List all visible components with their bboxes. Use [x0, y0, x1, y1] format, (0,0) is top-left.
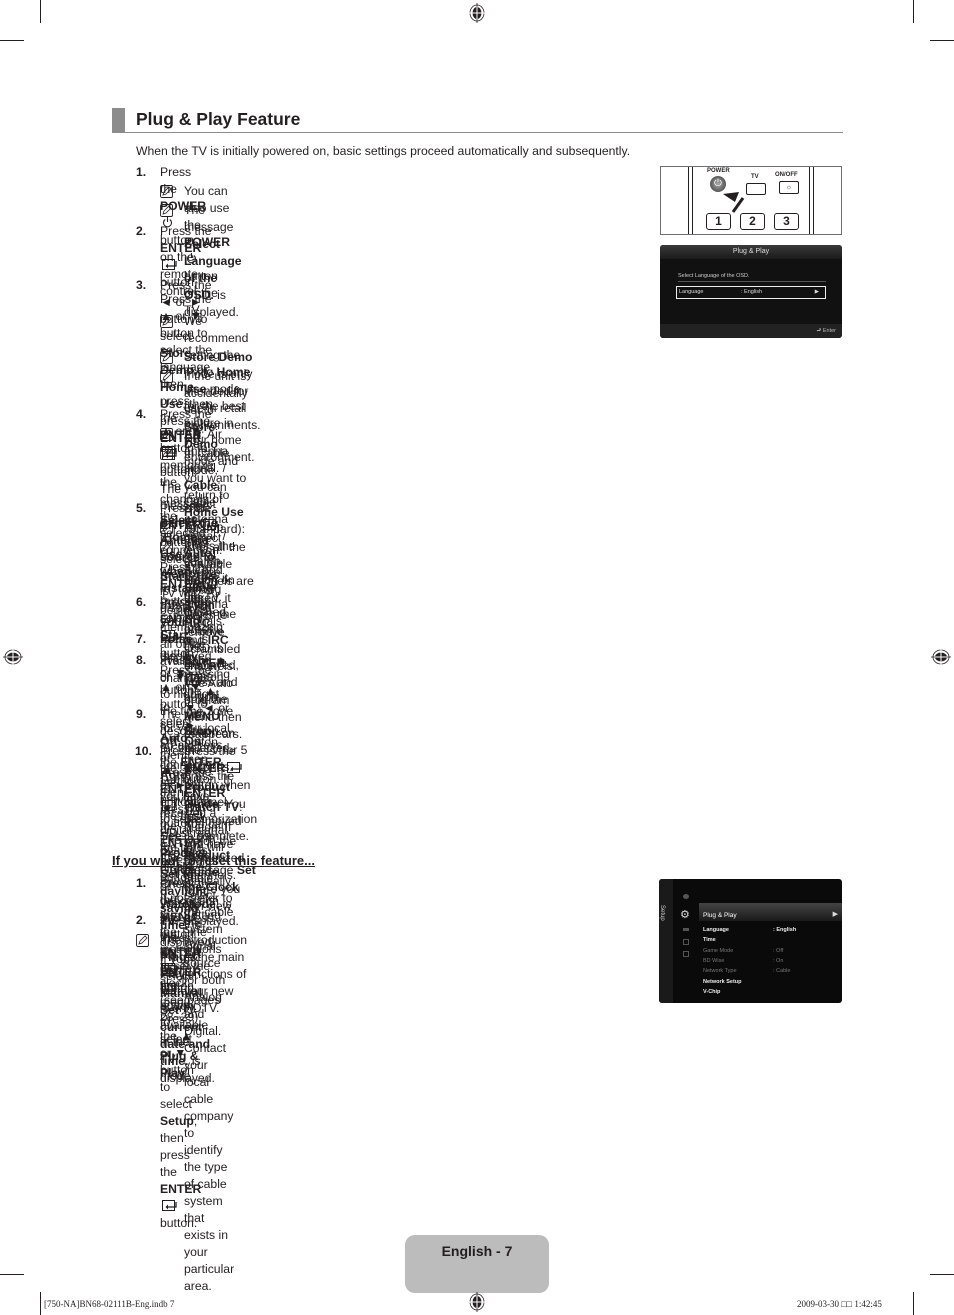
menu-icon [683, 894, 689, 899]
step-number: 9. [136, 707, 147, 721]
osd-menu-row: BD Wise: On [703, 957, 784, 964]
step-number: 8. [136, 653, 147, 667]
note-icon-wrap [160, 447, 173, 460]
registration-mark-icon [469, 1292, 485, 1312]
onoff-label: ON/OFF [775, 172, 798, 178]
note-icon-wrap [160, 351, 173, 364]
step-number: 1. [136, 165, 147, 179]
note-icon [160, 447, 173, 460]
step-number: 5. [136, 501, 147, 515]
osd-language-field: Language : English ▶ [676, 286, 826, 299]
step-number: 3. [136, 278, 147, 292]
note-icon-wrap [160, 204, 173, 217]
slug-filename: [750-NA]BN68-02111B-Eng.indb 7 [44, 1299, 175, 1309]
section-header: Plug & Play Feature [112, 108, 843, 133]
intro-text: When the TV is initially powered on, bas… [136, 144, 631, 158]
enter-icon [162, 259, 177, 270]
osd-menu-row: V-Chip [703, 988, 721, 995]
note-icon [136, 934, 149, 947]
note-icon-wrap [160, 185, 173, 198]
arrow-right-icon: ▶ [814, 289, 819, 295]
page-title: Plug & Play Feature [136, 109, 301, 129]
step-number: 6. [136, 595, 147, 609]
slug-timestamp: 2009-03-30 □□ 1:42:45 [797, 1299, 882, 1309]
osd-side-tab: Setup [659, 879, 673, 1003]
key-1: 1 [706, 213, 731, 230]
arrow-right-icon: ▶ [832, 911, 838, 918]
osd-menu-row: Network Setup [703, 978, 742, 985]
crop-mark [0, 1274, 24, 1275]
note-icon-wrap [136, 934, 149, 947]
osd-divider [678, 281, 826, 282]
registration-mark-icon [469, 3, 485, 23]
note-icon-wrap [160, 428, 173, 441]
tv-label: TV [751, 174, 759, 180]
osd-message: Select Language of the OSD. [678, 273, 750, 279]
note-icon [160, 541, 173, 554]
osd-highlight-row: Plug & Play ▶ [699, 903, 842, 921]
pointer-arrow-icon [723, 192, 745, 213]
key-3: 3 [774, 213, 799, 230]
crop-mark [930, 1274, 954, 1275]
menu-icon [683, 928, 689, 931]
note-icon-wrap [160, 370, 173, 383]
registration-mark-icon [931, 649, 951, 665]
enter-icon [162, 1200, 177, 1211]
step-number: 10. [135, 744, 152, 758]
menu-icon [683, 951, 689, 957]
step-number: 2. [136, 224, 147, 238]
note-icon-wrap [160, 521, 173, 534]
crop-mark [913, 1292, 914, 1315]
osd-footer: ⮐ Enter [660, 324, 842, 338]
note-icon [160, 370, 173, 383]
menu-icon [683, 939, 689, 945]
note-icon [160, 185, 173, 198]
note-icon [160, 351, 173, 364]
note-icon [160, 428, 173, 441]
crop-mark [40, 0, 41, 23]
onoff-button-icon: ☼ [779, 181, 799, 194]
note-icon [160, 315, 173, 328]
step-number: 1. [136, 876, 147, 890]
crop-mark [930, 40, 954, 41]
page-number-tab: English - 7 [405, 1235, 549, 1293]
osd-menu-row: Game Mode: Off [703, 947, 784, 954]
reset-heading: If you want to reset this feature... [112, 853, 315, 868]
registration-mark-icon [3, 649, 23, 665]
osd-menu-row: Language: English [703, 927, 797, 933]
crop-mark [40, 1292, 41, 1315]
osd-plug-play-screenshot: Plug & Play Select Language of the OSD. … [660, 245, 842, 338]
osd-setup-menu-screenshot: Setup ⚙ Plug & Play ▶ Language: English T… [659, 879, 842, 1003]
page-number: English - 7 [441, 1243, 513, 1259]
note-icon [160, 521, 173, 534]
note-icon-wrap [160, 315, 173, 328]
crop-mark [913, 0, 914, 23]
osd-title: Plug & Play [660, 245, 842, 259]
crop-mark [0, 40, 24, 41]
note-icon-wrap [160, 541, 173, 554]
title-accent-bar [112, 108, 125, 133]
setup-gear-icon: ⚙ [680, 909, 690, 921]
osd-menu-row: Time [703, 937, 716, 944]
osd-menu-row: Network Type: Cable [703, 968, 791, 975]
power-label: POWER [707, 168, 730, 174]
note-icon [160, 204, 173, 217]
step-number: 7. [136, 632, 147, 646]
key-2: 2 [740, 213, 765, 230]
remote-control-illustration: POWER TV ON/OFF ⏻ ☼ 1 2 3 [660, 166, 842, 235]
step-number: 4. [136, 407, 147, 421]
step-number: 2. [136, 913, 147, 927]
